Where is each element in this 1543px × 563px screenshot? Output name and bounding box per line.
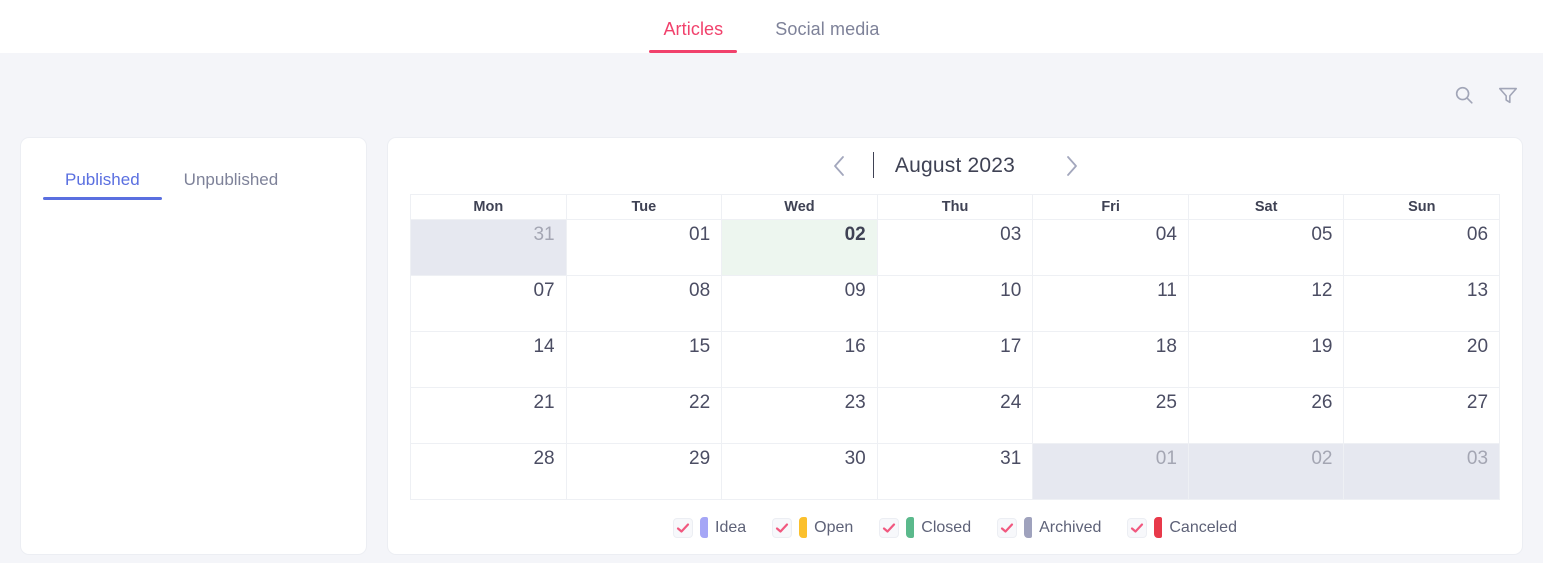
calendar-day-cell[interactable]: 13 bbox=[1344, 275, 1501, 332]
top-tab-bar: Articles Social media bbox=[0, 0, 1543, 53]
calendar-day-cell[interactable]: 31 bbox=[877, 443, 1034, 500]
calendar-day-cell[interactable]: 01 bbox=[566, 219, 723, 276]
calendar-day-cell[interactable]: 28 bbox=[411, 443, 567, 500]
calendar-day-cell[interactable]: 09 bbox=[722, 275, 878, 332]
calendar-day-cell[interactable]: 17 bbox=[877, 331, 1034, 388]
calendar-week-row: 07 08 09 10 11 12 13 bbox=[411, 275, 1501, 332]
calendar-day-cell[interactable]: 11 bbox=[1033, 275, 1189, 332]
calendar-header: August 2023 bbox=[388, 138, 1522, 194]
calendar-weeks: 31 01 02 03 04 05 06 07 08 09 10 11 12 13 14 15 16 17 18 19… bbox=[411, 219, 1501, 500]
calendar-day-cell[interactable]: 03 bbox=[877, 219, 1034, 276]
day-of-week-header: Thu bbox=[877, 194, 1034, 220]
day-of-week-header: Sat bbox=[1188, 194, 1345, 220]
next-month-button[interactable] bbox=[1049, 146, 1093, 186]
filter-icon[interactable] bbox=[1495, 82, 1521, 108]
legend-item[interactable]: Archived bbox=[997, 517, 1102, 539]
tab-published-label: Published bbox=[65, 170, 140, 189]
calendar-day-cell[interactable]: 04 bbox=[1033, 219, 1189, 276]
calendar-day-cell[interactable]: 19 bbox=[1188, 331, 1345, 388]
legend-color-swatch bbox=[700, 517, 709, 539]
publication-tabs: Published Unpublished bbox=[43, 138, 344, 200]
tab-articles-label: Articles bbox=[663, 19, 724, 39]
calendar-day-cell[interactable]: 25 bbox=[1033, 387, 1189, 444]
calendar-grid: Mon Tue Wed Thu Fri Sat Sun 31 01 02 03 04 05 06 07 08… bbox=[410, 193, 1501, 500]
calendar-day-cell[interactable]: 31 bbox=[411, 219, 567, 276]
calendar-day-cell[interactable]: 12 bbox=[1188, 275, 1345, 332]
tab-articles[interactable]: Articles bbox=[637, 19, 749, 53]
status-legend: Idea Open Closed Archived Canceled bbox=[388, 502, 1522, 554]
calendar-day-cell[interactable]: 16 bbox=[722, 331, 878, 388]
toolbar bbox=[0, 53, 1543, 137]
top-tabs: Articles Social media bbox=[637, 19, 905, 53]
check-icon bbox=[776, 523, 789, 533]
calendar-day-cell[interactable]: 27 bbox=[1344, 387, 1501, 444]
check-icon bbox=[883, 523, 896, 533]
day-of-week-header: Wed bbox=[722, 194, 878, 220]
calendar-day-cell[interactable]: 29 bbox=[566, 443, 723, 500]
main-content: Published Unpublished August 2023 Mon Tu… bbox=[0, 137, 1543, 563]
legend-item[interactable]: Canceled bbox=[1127, 517, 1237, 539]
legend-item[interactable]: Idea bbox=[673, 517, 747, 539]
prev-month-button[interactable] bbox=[817, 146, 861, 186]
tab-social-media[interactable]: Social media bbox=[749, 19, 905, 53]
legend-item[interactable]: Open bbox=[772, 517, 854, 539]
legend-label: Archived bbox=[1039, 518, 1102, 536]
legend-checkbox[interactable] bbox=[879, 517, 900, 538]
legend-label: Canceled bbox=[1169, 518, 1237, 536]
calendar-day-cell[interactable]: 03 bbox=[1344, 443, 1501, 500]
calendar-day-cell[interactable]: 20 bbox=[1344, 331, 1501, 388]
calendar-day-cell[interactable]: 18 bbox=[1033, 331, 1189, 388]
search-icon[interactable] bbox=[1451, 82, 1477, 108]
calendar-day-cell[interactable]: 24 bbox=[877, 387, 1034, 444]
calendar-week-row: 28 29 30 31 01 02 03 bbox=[411, 443, 1501, 500]
legend-label: Idea bbox=[715, 518, 747, 536]
day-of-week-header: Fri bbox=[1033, 194, 1189, 220]
calendar-day-cell[interactable]: 10 bbox=[877, 275, 1034, 332]
day-of-week-header: Sun bbox=[1344, 194, 1501, 220]
legend-color-swatch bbox=[1024, 517, 1033, 539]
calendar-title[interactable]: August 2023 bbox=[861, 151, 1049, 178]
legend-color-swatch bbox=[906, 517, 915, 539]
calendar-day-cell[interactable]: 05 bbox=[1188, 219, 1345, 276]
legend-checkbox[interactable] bbox=[997, 517, 1018, 538]
published-panel: Published Unpublished bbox=[20, 137, 367, 555]
calendar-day-cell[interactable]: 23 bbox=[722, 387, 878, 444]
tab-unpublished[interactable]: Unpublished bbox=[162, 170, 301, 200]
legend-label: Open bbox=[814, 518, 854, 536]
check-icon bbox=[1001, 523, 1014, 533]
legend-color-swatch bbox=[799, 517, 808, 539]
calendar-day-cell[interactable]: 08 bbox=[566, 275, 723, 332]
tab-social-media-label: Social media bbox=[775, 19, 880, 39]
legend-color-swatch bbox=[1154, 517, 1163, 539]
legend-checkbox[interactable] bbox=[673, 517, 694, 538]
calendar-week-row: 14 15 16 17 18 19 20 bbox=[411, 331, 1501, 388]
tab-published[interactable]: Published bbox=[43, 170, 162, 200]
calendar-day-cell[interactable]: 30 bbox=[722, 443, 878, 500]
calendar-day-cell[interactable]: 01 bbox=[1033, 443, 1189, 500]
check-icon bbox=[676, 523, 690, 533]
legend-label: Closed bbox=[921, 518, 972, 536]
calendar-day-cell[interactable]: 02 bbox=[1188, 443, 1345, 500]
calendar-day-cell[interactable]: 21 bbox=[411, 387, 567, 444]
day-of-week-header: Mon bbox=[411, 194, 567, 220]
calendar-day-cell[interactable]: 07 bbox=[411, 275, 567, 332]
calendar-panel: August 2023 Mon Tue Wed Thu Fri Sat Sun 31 01 02… bbox=[387, 137, 1523, 555]
calendar-day-cell[interactable]: 15 bbox=[566, 331, 723, 388]
tab-unpublished-label: Unpublished bbox=[183, 170, 279, 189]
calendar-week-row: 21 22 23 24 25 26 27 bbox=[411, 387, 1501, 444]
legend-checkbox[interactable] bbox=[1127, 517, 1148, 538]
calendar-day-cell-today[interactable]: 02 bbox=[722, 219, 878, 276]
check-icon bbox=[1131, 523, 1144, 533]
calendar-day-cell[interactable]: 22 bbox=[566, 387, 723, 444]
day-of-week-header: Tue bbox=[566, 194, 723, 220]
legend-checkbox[interactable] bbox=[772, 517, 793, 538]
calendar-day-cell[interactable]: 26 bbox=[1188, 387, 1345, 444]
calendar-week-row: 31 01 02 03 04 05 06 bbox=[411, 219, 1501, 276]
calendar-day-cell[interactable]: 14 bbox=[411, 331, 567, 388]
day-of-week-header-row: Mon Tue Wed Thu Fri Sat Sun bbox=[411, 194, 1501, 220]
legend-item[interactable]: Closed bbox=[879, 517, 972, 539]
calendar-day-cell[interactable]: 06 bbox=[1344, 219, 1501, 276]
